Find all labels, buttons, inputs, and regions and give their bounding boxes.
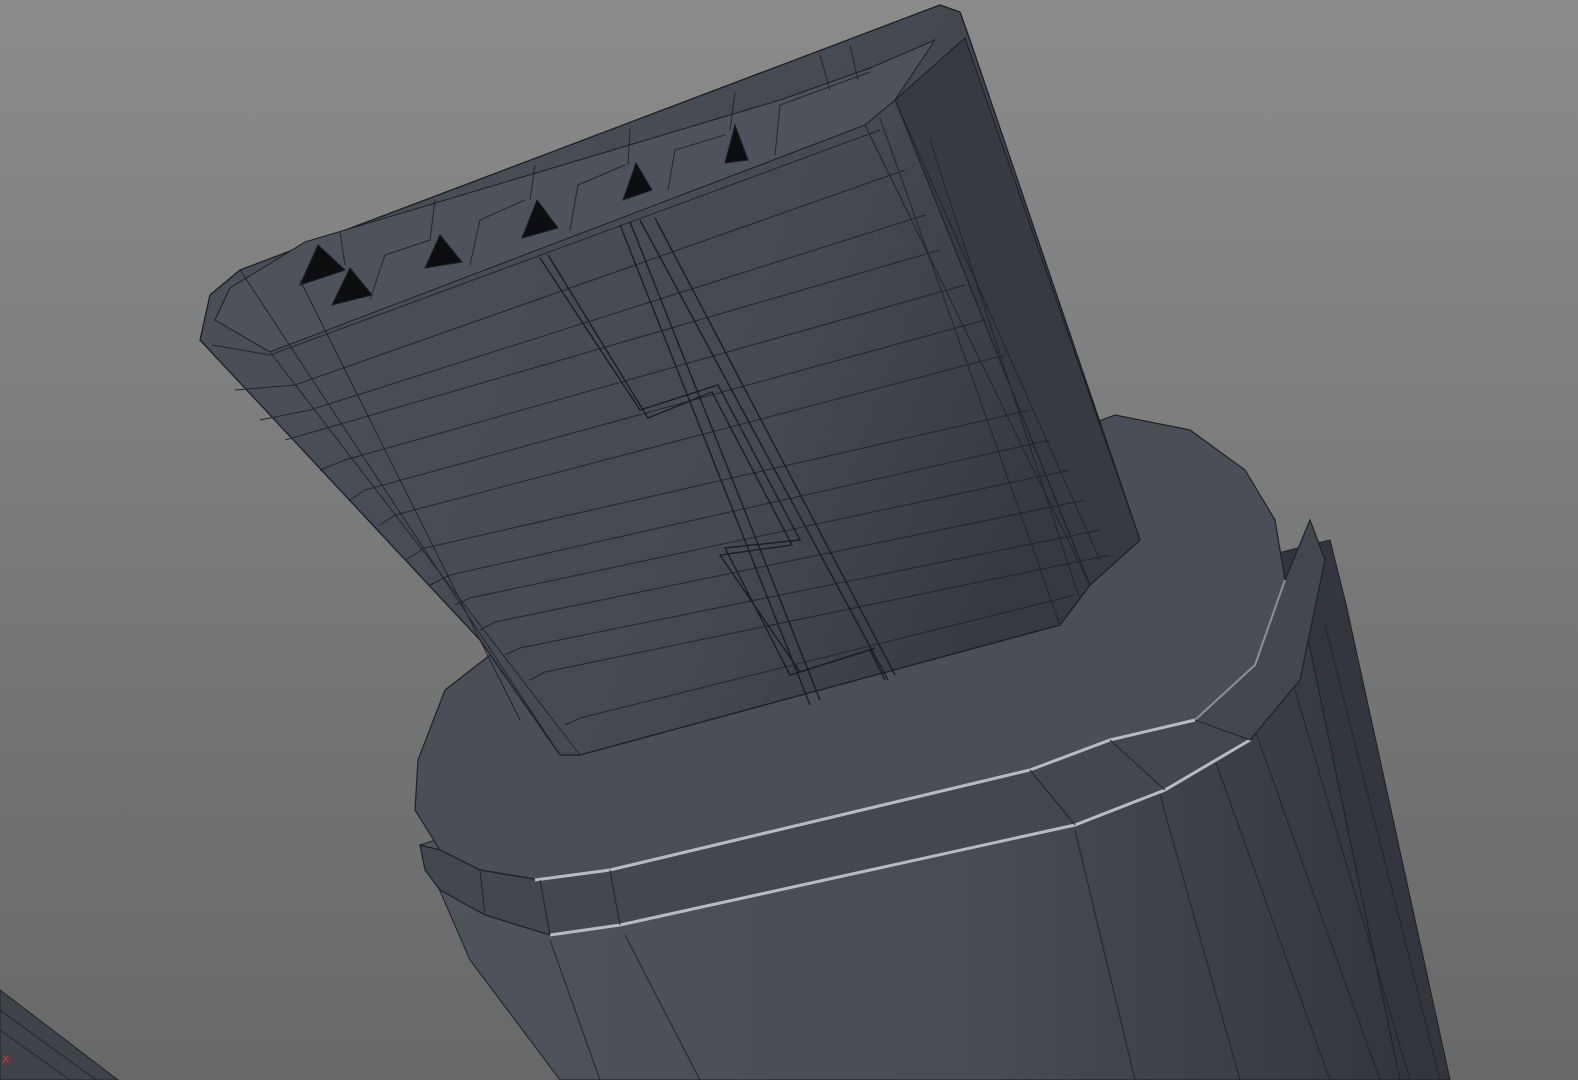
axis-indicator: x (2, 1053, 10, 1066)
axis-x-label: x (2, 1052, 10, 1067)
3d-viewport[interactable]: x (0, 0, 1578, 1080)
viewport-scene[interactable] (0, 0, 1578, 1080)
